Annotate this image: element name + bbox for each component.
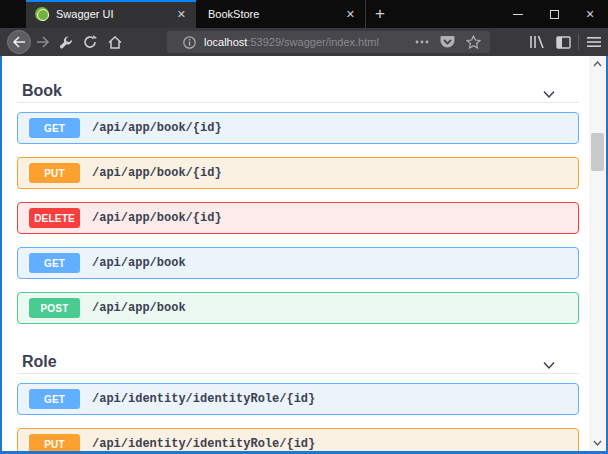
method-badge: GET [29,118,80,138]
endpoint-row[interactable]: POST /api/app/book [17,292,579,324]
window-controls: × [500,0,608,28]
tab-title: Swagger UI [56,8,177,20]
tab-title: BookStore [208,8,346,20]
endpoint-row[interactable]: GET /api/identity/identityRole/{id} [17,383,579,415]
vertical-scrollbar[interactable] [589,56,606,451]
forward-button[interactable] [32,28,54,56]
window-border-left [0,56,2,454]
tag-header[interactable]: Book [17,78,579,103]
bookmark-star-icon[interactable] [466,35,481,49]
tag-title: Role [22,351,57,373]
reload-icon [83,35,97,49]
api-tag-section: Role GET /api/identity/identityRole/{id}… [17,349,579,451]
toolbar-separator [578,34,579,50]
tab-bar: Swagger UI ✕ BookStore ✕ + × [0,0,608,28]
devtools-button[interactable] [55,28,77,56]
scroll-up-arrow[interactable] [589,56,606,72]
maximize-icon [550,10,559,19]
chevron-down-icon[interactable] [541,357,557,373]
url-path: :53929/swagger/index.html [247,36,378,48]
method-badge: POST [29,298,80,318]
endpoint-path: /api/app/book/{id} [92,121,222,135]
wrench-icon [59,35,73,49]
library-button[interactable] [524,28,550,56]
chevron-down-icon[interactable] [541,86,557,102]
back-icon [7,30,31,54]
tag-header[interactable]: Role [17,349,579,374]
home-button[interactable] [104,28,126,56]
url-host: localhost [204,36,247,48]
library-icon [529,35,545,49]
endpoint-path: /api/app/book/{id} [92,211,222,225]
endpoint-row[interactable]: PUT /api/app/book/{id} [17,157,579,189]
sidebar-icon [556,36,571,49]
forward-icon [36,36,50,48]
browser-tab[interactable]: BookStore ✕ [196,0,366,28]
navigation-toolbar: localhost:53929/swagger/index.html [0,28,608,56]
api-tag-section: Book GET /api/app/book/{id} PUT /api/app… [17,78,579,337]
endpoint-row[interactable]: GET /api/app/book/{id} [17,112,579,144]
site-info-icon[interactable] [183,36,196,49]
tab-close-icon[interactable]: ✕ [346,9,355,20]
endpoint-path: /api/identity/identityRole/{id} [92,392,315,406]
new-tab-button[interactable]: + [366,0,394,28]
page-actions-icon[interactable] [415,40,429,44]
sidebar-button[interactable] [550,28,576,56]
pocket-icon[interactable] [440,35,455,49]
reload-button[interactable] [79,28,101,56]
method-badge: GET [29,389,80,409]
titlebar-drag-area [394,0,500,28]
minimize-button[interactable] [500,0,536,28]
home-icon [108,36,122,49]
close-button[interactable]: × [572,0,608,28]
menu-button[interactable] [581,28,607,56]
method-badge: GET [29,253,80,273]
tab-close-icon[interactable]: ✕ [177,9,186,20]
method-badge: DELETE [29,208,80,228]
endpoint-path: /api/app/book [92,301,186,315]
endpoint-row[interactable]: PUT /api/identity/identityRole/{id} [17,428,579,451]
method-badge: PUT [29,163,80,183]
url-bar[interactable]: localhost:53929/swagger/index.html [167,31,490,53]
tab-favicon [35,7,49,21]
page-content: Book GET /api/app/book/{id} PUT /api/app… [2,56,606,451]
scroll-down-arrow[interactable] [589,435,606,451]
hamburger-icon [587,36,601,48]
maximize-button[interactable] [536,0,572,28]
endpoint-row[interactable]: DELETE /api/app/book/{id} [17,202,579,234]
endpoint-path: /api/identity/identityRole/{id} [92,437,315,451]
tag-title: Book [22,80,62,102]
minimize-icon [513,14,523,15]
tab-bar-spacer [0,0,26,28]
endpoint-row[interactable]: GET /api/app/book [17,247,579,279]
back-button[interactable] [6,28,32,56]
method-badge: PUT [29,434,80,451]
endpoint-path: /api/app/book/{id} [92,166,222,180]
endpoint-path: /api/app/book [92,256,186,270]
scrollbar-thumb[interactable] [591,133,604,171]
browser-tab[interactable]: Swagger UI ✕ [26,0,196,28]
